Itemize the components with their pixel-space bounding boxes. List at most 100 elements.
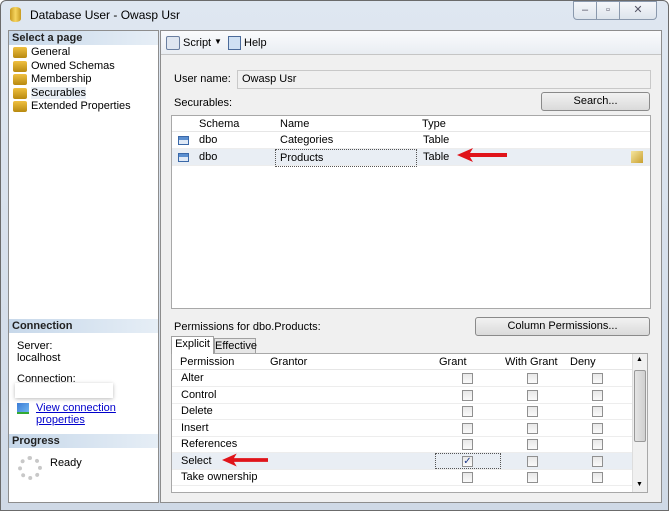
main-panel: Script ▼ Help User name: Owasp Usr Secur… — [160, 30, 662, 503]
securables-label: Securables: — [174, 97, 233, 109]
page-item-general[interactable]: General — [13, 45, 70, 59]
column-permissions-button[interactable]: Column Permissions... — [475, 317, 650, 336]
type-cell: Table — [423, 134, 450, 146]
page-label: Extended Properties — [31, 100, 131, 112]
permissions-header: Permission Grantor Grant With Grant Deny — [172, 354, 632, 370]
server-value: localhost — [17, 352, 61, 364]
page-icon — [13, 87, 27, 99]
permission-row: Control — [172, 387, 632, 404]
grant-checkbox[interactable] — [462, 406, 473, 417]
with-grant-checkbox[interactable] — [527, 373, 538, 384]
grant-checkbox[interactable] — [462, 389, 473, 401]
column-header-schema[interactable]: Schema — [199, 116, 239, 132]
progress-spinner-icon — [18, 456, 42, 480]
grant-checkbox[interactable]: ✓ — [462, 455, 473, 467]
permissions-scrollbar[interactable]: ▲ ▼ — [632, 354, 647, 492]
connection-value — [15, 383, 113, 398]
search-button[interactable]: Search... — [541, 92, 650, 111]
window-title: Database User - Owasp Usr — [30, 8, 181, 22]
name-cell: Products — [275, 149, 417, 167]
with-grant-checkbox[interactable] — [527, 472, 538, 483]
name-cell: Categories — [280, 134, 334, 146]
tab-effective[interactable]: Effective — [214, 338, 257, 354]
script-dropdown-icon[interactable]: ▼ — [214, 37, 222, 46]
deny-checkbox[interactable] — [592, 422, 603, 434]
permission-row: Alter — [172, 370, 632, 387]
permission-row: References — [172, 436, 632, 453]
page-label: Securables — [31, 86, 87, 99]
securable-row[interactable]: dbo Categories Table — [172, 132, 650, 149]
scroll-up-icon[interactable]: ▲ — [636, 356, 643, 363]
permission-row: Insert — [172, 420, 632, 437]
grant-checkbox[interactable] — [462, 422, 473, 434]
permission-name: Control — [181, 388, 217, 401]
deny-checkbox[interactable] — [592, 455, 603, 467]
progress-header: Progress — [9, 434, 158, 448]
permission-row: Delete — [172, 403, 632, 420]
permission-row: Take ownership — [172, 469, 632, 486]
page-item-extended-properties[interactable]: Extended Properties — [13, 99, 131, 113]
schema-cell: dbo — [199, 151, 218, 163]
scrollbar-thumb[interactable] — [634, 370, 646, 442]
with-grant-checkbox[interactable] — [527, 406, 538, 417]
page-item-owned-schemas[interactable]: Owned Schemas — [13, 59, 115, 73]
with-grant-checkbox[interactable] — [527, 439, 538, 450]
deny-checkbox[interactable] — [592, 389, 603, 401]
with-grant-checkbox[interactable] — [527, 455, 538, 467]
page-item-membership[interactable]: Membership — [13, 72, 92, 86]
page-icon — [13, 47, 27, 58]
progress-status: Ready — [50, 457, 82, 469]
edit-icon[interactable] — [631, 151, 643, 163]
column-header-deny[interactable]: Deny — [570, 354, 596, 370]
user-name-label: User name: — [174, 73, 231, 85]
permissions-grid: Permission Grantor Grant With Grant Deny… — [171, 353, 648, 493]
connection-header: Connection — [9, 319, 158, 333]
type-cell: Table — [423, 151, 450, 163]
column-header-type[interactable]: Type — [422, 116, 446, 132]
script-button[interactable]: Script — [183, 37, 211, 49]
securables-header: Schema Name Type — [172, 116, 650, 132]
with-grant-checkbox[interactable] — [527, 422, 538, 434]
annotation-arrow-products — [457, 148, 507, 162]
column-header-name[interactable]: Name — [280, 116, 309, 132]
page-icon — [13, 101, 27, 112]
toolbar: Script ▼ Help — [161, 31, 661, 55]
deny-checkbox[interactable] — [592, 406, 603, 417]
permission-name: Select — [181, 454, 212, 467]
column-header-grant[interactable]: Grant — [439, 354, 467, 370]
permission-name: Alter — [181, 372, 204, 384]
grant-checkbox[interactable] — [462, 373, 473, 384]
deny-checkbox[interactable] — [592, 373, 603, 384]
tab-explicit[interactable]: Explicit — [171, 336, 214, 354]
close-button[interactable]: ✕ — [619, 1, 657, 20]
column-header-with-grant[interactable]: With Grant — [505, 354, 558, 370]
maximize-button[interactable]: ▫ — [596, 1, 620, 20]
user-name-field[interactable]: Owasp Usr — [237, 70, 651, 89]
page-label: Owned Schemas — [31, 59, 115, 72]
page-item-securables[interactable]: Securables — [13, 86, 87, 100]
scroll-down-icon[interactable]: ▼ — [636, 481, 643, 488]
deny-checkbox[interactable] — [592, 472, 603, 483]
server-label: Server: — [17, 340, 53, 352]
securable-row[interactable]: dbo Products Table — [172, 149, 650, 167]
view-connection-properties-link[interactable]: View connection properties — [36, 402, 158, 426]
database-icon — [10, 7, 21, 22]
minimize-button[interactable]: – — [573, 1, 597, 20]
permission-name: References — [181, 438, 238, 450]
grant-checkbox[interactable] — [462, 439, 473, 450]
help-icon — [228, 36, 241, 50]
help-button[interactable]: Help — [244, 37, 267, 49]
connection-properties-icon — [17, 403, 29, 414]
permissions-label: Permissions for dbo.Products: — [174, 321, 321, 333]
page-icon — [13, 60, 27, 72]
grant-checkbox[interactable] — [462, 472, 473, 483]
schema-cell: dbo — [199, 134, 218, 146]
deny-checkbox[interactable] — [592, 439, 603, 450]
column-header-permission[interactable]: Permission — [180, 354, 234, 370]
with-grant-checkbox[interactable] — [527, 389, 538, 401]
select-page-header: Select a page — [9, 31, 158, 45]
script-icon — [166, 36, 180, 50]
permission-name: Delete — [181, 405, 213, 417]
table-icon — [178, 136, 189, 145]
column-header-grantor[interactable]: Grantor — [270, 354, 307, 370]
